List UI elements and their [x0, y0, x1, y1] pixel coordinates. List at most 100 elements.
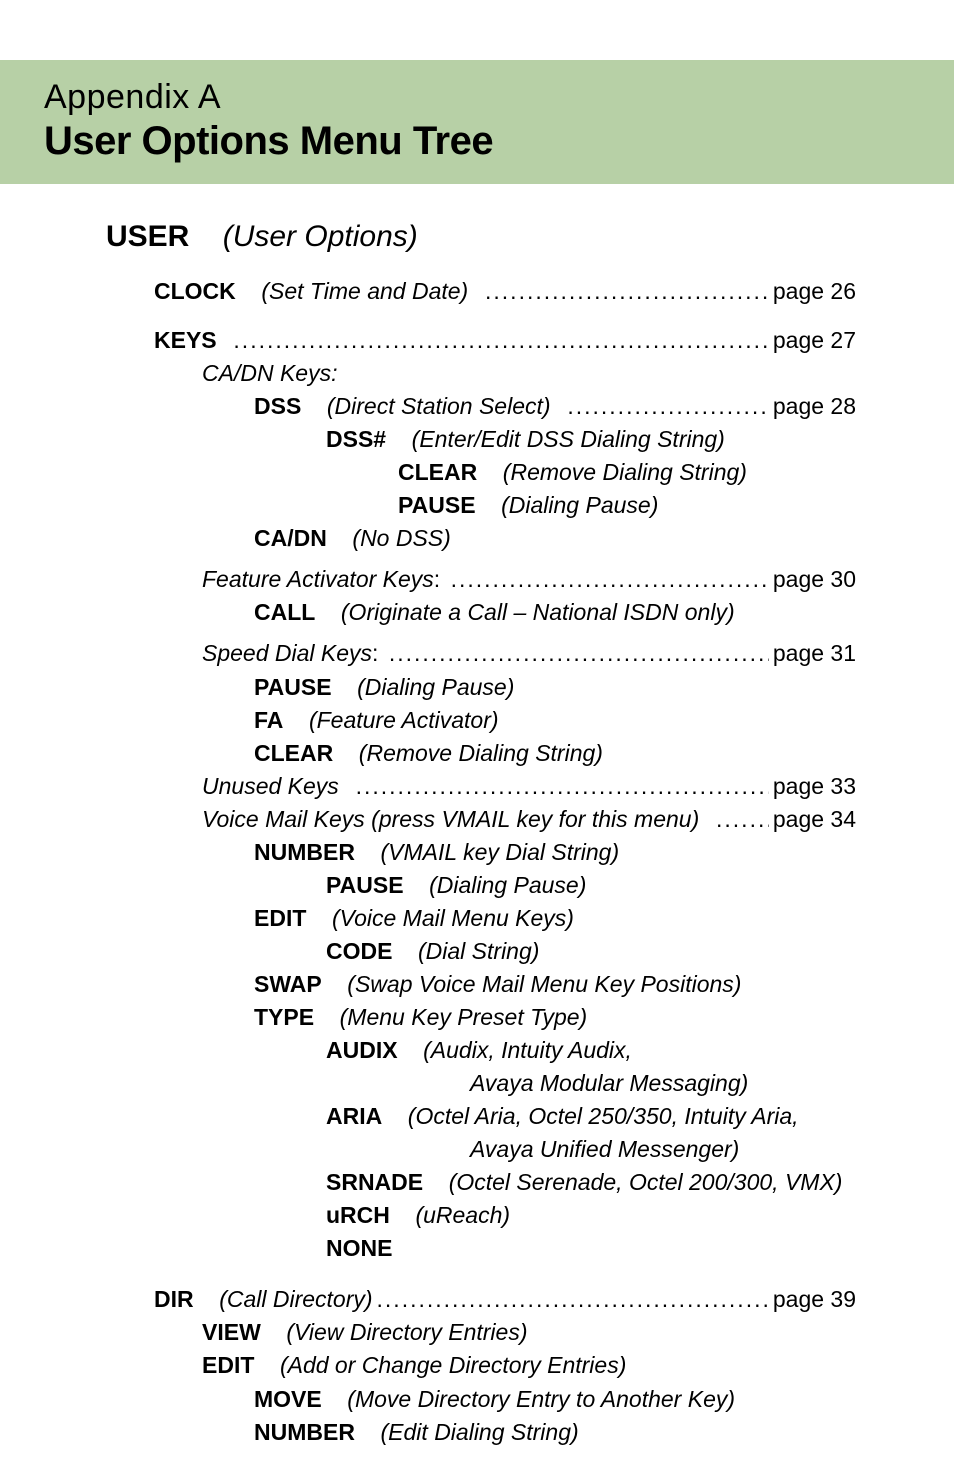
leader-dots: [352, 771, 769, 802]
leader-dots: [229, 325, 768, 356]
toc-unused-keys: Unused Keys page 33: [98, 771, 856, 802]
user-label: USER: [106, 220, 189, 253]
toc-speed-dial: Speed Dial Keys: page 31: [98, 638, 856, 669]
appendix-banner: Appendix A User Options Menu Tree: [0, 60, 954, 184]
dss-page: page 28: [769, 391, 856, 422]
urch-desc: (uReach): [415, 1202, 510, 1228]
sd-fa: FA (Feature Activator): [98, 705, 856, 736]
call-entry: CALL (Originate a Call – National ISDN o…: [98, 597, 856, 628]
vm-pause: PAUSE (Dialing Pause): [98, 870, 856, 901]
pause-entry: PAUSE (Dialing Pause): [98, 490, 856, 521]
toc-dir: DIR (Call Directory) page 39: [98, 1284, 856, 1315]
dir-page: page 39: [769, 1284, 856, 1315]
code-label: CODE: [326, 938, 392, 964]
dir-label: DIR: [154, 1286, 194, 1312]
leader-dots: [373, 1284, 769, 1315]
dir-edit-entry: EDIT (Add or Change Directory Entries): [98, 1350, 856, 1381]
move-label: MOVE: [254, 1386, 322, 1412]
toc-keys: KEYS page 27: [98, 325, 856, 356]
dir-number-entry: NUMBER (Edit Dialing String): [98, 1417, 856, 1448]
audix-label: AUDIX: [326, 1037, 398, 1063]
dir-number-label: NUMBER: [254, 1419, 355, 1445]
cadn-nodss: CA/DN (No DSS): [98, 523, 856, 554]
clear-desc: (Remove Dialing String): [503, 459, 747, 485]
swap-entry: SWAP (Swap Voice Mail Menu Key Positions…: [98, 969, 856, 1000]
dss-num: DSS# (Enter/Edit DSS Dialing String): [98, 424, 856, 455]
leader-dots: [563, 391, 769, 422]
keys-label: KEYS: [154, 327, 217, 353]
call-desc: (Originate a Call – National ISDN only): [341, 599, 735, 625]
dir-desc: (Call Directory): [219, 1286, 372, 1312]
edit-desc: (Voice Mail Menu Keys): [332, 905, 574, 931]
sd-fa-label: FA: [254, 707, 283, 733]
leader-dots: [481, 276, 769, 307]
urch-entry: uRCH (uReach): [98, 1200, 856, 1231]
dir-edit-desc: (Add or Change Directory Entries): [280, 1352, 626, 1378]
edit-label: EDIT: [254, 905, 306, 931]
none-label: NONE: [326, 1235, 392, 1261]
aria-desc: (Octel Aria, Octel 250/350, Intuity Aria…: [408, 1103, 799, 1129]
audix-entry: AUDIX (Audix, Intuity Audix,: [98, 1035, 856, 1066]
document-page: Appendix A User Options Menu Tree USER (…: [0, 0, 954, 1475]
type-label: TYPE: [254, 1004, 314, 1030]
view-entry: VIEW (View Directory Entries): [98, 1317, 856, 1348]
code-desc: (Dial String): [418, 938, 539, 964]
appendix-label: Appendix A: [44, 78, 954, 117]
dss-desc: (Direct Station Select): [327, 393, 551, 419]
leader-dots: [385, 638, 769, 669]
call-label: CALL: [254, 599, 315, 625]
audix-desc: (Audix, Intuity Audix,: [423, 1037, 632, 1063]
type-entry: TYPE (Menu Key Preset Type): [98, 1002, 856, 1033]
clock-desc: (Set Time and Date): [261, 278, 468, 304]
none-entry: NONE: [98, 1233, 856, 1264]
voice-mail-label: Voice Mail Keys (press VMAIL key for thi…: [202, 806, 699, 832]
toc-voice-mail: Voice Mail Keys (press VMAIL key for thi…: [98, 804, 856, 835]
code-entry: CODE (Dial String): [98, 936, 856, 967]
sd-pause-desc: (Dialing Pause): [357, 674, 514, 700]
move-entry: MOVE (Move Directory Entry to Another Ke…: [98, 1384, 856, 1415]
toc-clock: CLOCK (Set Time and Date) page 26: [98, 276, 856, 307]
number-desc: (VMAIL key Dial String): [381, 839, 620, 865]
cadn-desc: (No DSS): [352, 525, 450, 551]
number-entry: NUMBER (VMAIL key Dial String): [98, 837, 856, 868]
sd-clear-desc: (Remove Dialing String): [359, 740, 603, 766]
type-desc: (Menu Key Preset Type): [340, 1004, 588, 1030]
clear-entry: CLEAR (Remove Dialing String): [98, 457, 856, 488]
sd-pause-label: PAUSE: [254, 674, 332, 700]
sd-page: page 31: [769, 638, 856, 669]
aria-entry: ARIA (Octel Aria, Octel 250/350, Intuity…: [98, 1101, 856, 1132]
leader-dots: [712, 804, 769, 835]
urch-label: uRCH: [326, 1202, 390, 1228]
aria-label: ARIA: [326, 1103, 382, 1129]
dss-num-label: DSS#: [326, 426, 386, 452]
toc-feature-activator: Feature Activator Keys: page 30: [98, 564, 856, 595]
clock-page: page 26: [769, 276, 856, 307]
dss-num-desc: (Enter/Edit DSS Dialing String): [412, 426, 725, 452]
sd-label: Speed Dial Keys: [202, 640, 372, 666]
vm-pause-label: PAUSE: [326, 872, 404, 898]
leader-dots: [447, 564, 769, 595]
keys-page: page 27: [769, 325, 856, 356]
swap-label: SWAP: [254, 971, 322, 997]
user-desc: (User Options): [223, 220, 418, 253]
number-label: NUMBER: [254, 839, 355, 865]
dir-edit-label: EDIT: [202, 1352, 254, 1378]
clear-label: CLEAR: [398, 459, 477, 485]
clock-label: CLOCK: [154, 278, 236, 304]
srnade-desc: (Octel Serenade, Octel 200/300, VMX): [449, 1169, 843, 1195]
sd-pause: PAUSE (Dialing Pause): [98, 672, 856, 703]
fa-keys-page: page 30: [769, 564, 856, 595]
move-desc: (Move Directory Entry to Another Key): [347, 1386, 735, 1412]
vm-pause-desc: (Dialing Pause): [429, 872, 586, 898]
sd-clear: CLEAR (Remove Dialing String): [98, 738, 856, 769]
aria-line2: Avaya Unified Messenger): [98, 1134, 856, 1165]
srnade-entry: SRNADE (Octel Serenade, Octel 200/300, V…: [98, 1167, 856, 1198]
content-body: USER (User Options) CLOCK (Set Time and …: [90, 220, 864, 1448]
unused-keys-label: Unused Keys: [202, 773, 339, 799]
voice-mail-page: page 34: [769, 804, 856, 835]
dir-number-desc: (Edit Dialing String): [381, 1419, 579, 1445]
cadn-keys-heading: CA/DN Keys:: [98, 358, 856, 389]
user-heading: USER (User Options): [106, 220, 856, 254]
view-label: VIEW: [202, 1319, 261, 1345]
sd-clear-label: CLEAR: [254, 740, 333, 766]
